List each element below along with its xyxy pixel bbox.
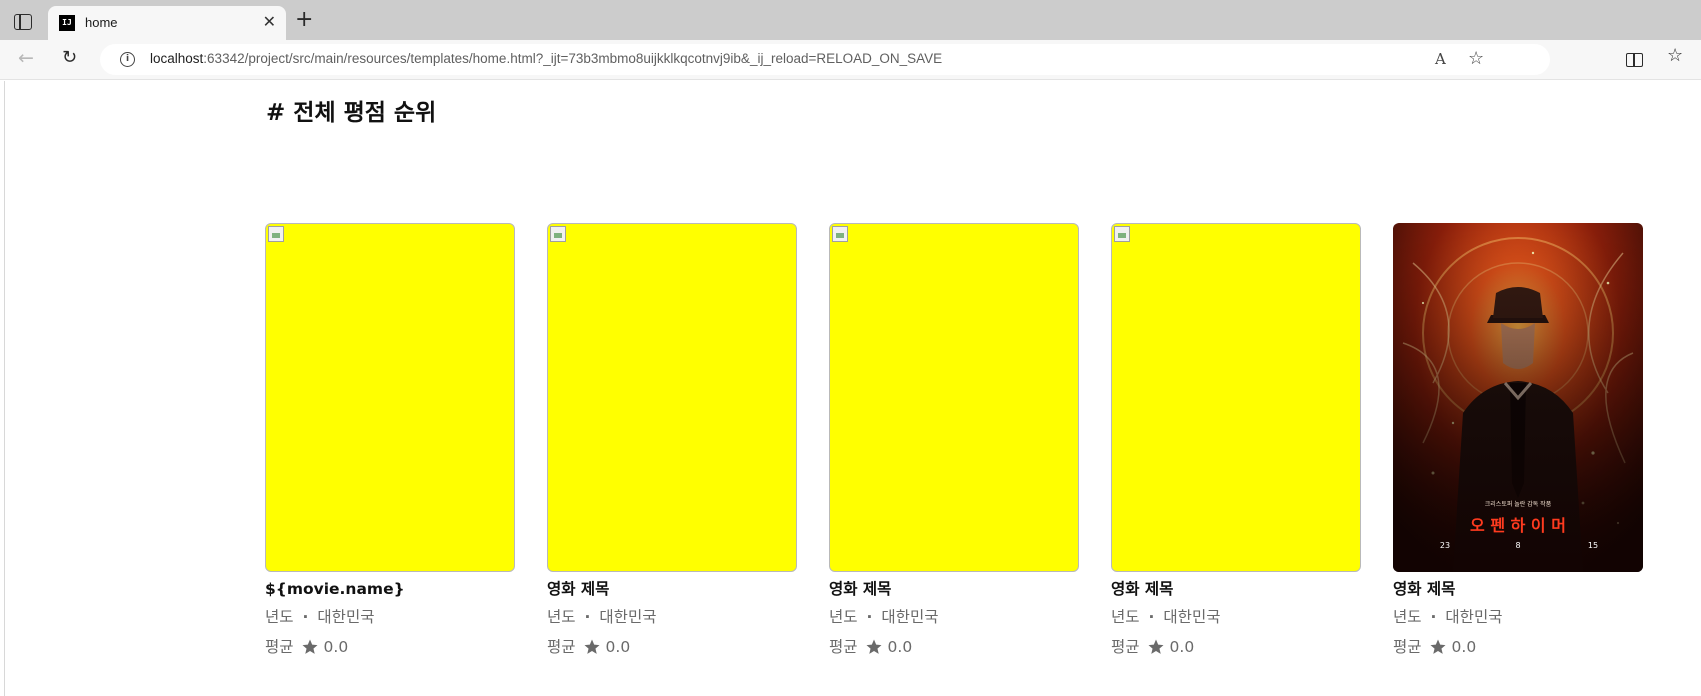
poster-date-year: 23 (1440, 541, 1450, 550)
movie-card[interactable]: 영화 제목 년도 · 대한민국 평균 0.0 (1111, 223, 1361, 657)
movie-rating: 평균 0.0 (829, 637, 1079, 657)
section-title: # 전체 평점 순위 (266, 100, 437, 126)
new-tab-icon[interactable]: + (295, 9, 313, 31)
movie-rating: 평균 0.0 (1111, 637, 1361, 657)
year-label: 년도 (1111, 608, 1140, 626)
tab-title: home (85, 15, 118, 30)
broken-image-icon (832, 226, 848, 242)
poster-title: 오 펜 하 이 머 (1470, 516, 1566, 535)
movie-meta: 년도 · 대한민국 (265, 607, 515, 627)
url-path: :63342/project/src/main/resources/templa… (203, 51, 943, 66)
tab-actions-icon[interactable] (14, 14, 32, 30)
star-icon (302, 639, 318, 654)
year-label: 년도 (829, 608, 858, 626)
movie-title[interactable]: ${movie.name} (265, 578, 515, 600)
url-host: localhost (150, 51, 204, 66)
rating-value: 0.0 (1169, 638, 1195, 656)
url-text[interactable]: localhost:63342/project/src/main/resourc… (150, 51, 942, 66)
poster-date-day: 15 (1588, 541, 1598, 550)
avg-label: 평균 (547, 638, 576, 656)
site-info-icon[interactable]: i (120, 52, 135, 67)
movie-card[interactable]: 영화 제목 년도 · 대한민국 평균 0.0 (829, 223, 1079, 657)
year-label: 년도 (1393, 608, 1422, 626)
broken-image-icon (550, 226, 566, 242)
intellij-favicon-icon: IJ (59, 15, 75, 31)
movie-meta: 년도 · 대한민국 (1393, 607, 1643, 627)
country: 대한민국 (317, 608, 375, 626)
avg-label: 평균 (1393, 638, 1422, 656)
read-aloud-icon[interactable]: A (1435, 50, 1446, 68)
broken-image-icon (268, 226, 284, 242)
movie-rating: 평균 0.0 (265, 637, 515, 657)
oppenheimer-poster-art: 크리스토퍼 놀란 감독 작품 오 펜 하 이 머 23 8 15 (1393, 223, 1643, 572)
reload-icon[interactable]: ↻ (62, 47, 77, 68)
avg-label: 평균 (829, 638, 858, 656)
browser-toolbar: ← ↻ i localhost:63342/project/src/main/r… (0, 40, 1701, 80)
separator-dot: · (1148, 608, 1155, 626)
movie-poster[interactable] (1111, 223, 1361, 572)
movie-meta: 년도 · 대한민국 (547, 607, 797, 627)
movie-rating: 평균 0.0 (547, 637, 797, 657)
poster-date-month: 8 (1515, 541, 1520, 550)
movie-title[interactable]: 영화 제목 (547, 578, 797, 600)
tab-strip: IJ home ✕ + (0, 0, 1701, 40)
movie-rating: 평균 0.0 (1393, 637, 1643, 657)
movie-poster-oppenheimer[interactable]: 크리스토퍼 놀란 감독 작품 오 펜 하 이 머 23 8 15 (1393, 223, 1643, 572)
poster-tagline: 크리스토퍼 놀란 감독 작품 (1485, 500, 1552, 508)
avg-label: 평균 (265, 638, 294, 656)
movie-poster[interactable] (547, 223, 797, 572)
rating-value: 0.0 (1451, 638, 1477, 656)
movie-card[interactable]: ${movie.name} 년도 · 대한민국 평균 0.0 (265, 223, 515, 657)
star-icon (1148, 639, 1164, 654)
close-tab-icon[interactable]: ✕ (263, 14, 276, 30)
country: 대한민국 (881, 608, 939, 626)
movie-title[interactable]: 영화 제목 (1393, 578, 1643, 600)
separator-dot: · (302, 608, 309, 626)
avg-label: 평균 (1111, 638, 1140, 656)
movie-title[interactable]: 영화 제목 (829, 578, 1079, 600)
address-bar[interactable]: i localhost:63342/project/src/main/resou… (100, 44, 1550, 75)
year-label: 년도 (265, 608, 294, 626)
movie-card[interactable]: 영화 제목 년도 · 대한민국 평균 0.0 (547, 223, 797, 657)
year-label: 년도 (547, 608, 576, 626)
movie-meta: 년도 · 대한민국 (829, 607, 1079, 627)
favorite-star-icon[interactable]: ☆ (1468, 48, 1484, 69)
back-arrow-icon[interactable]: ← (18, 47, 34, 69)
favorites-list-icon[interactable]: ☆ (1667, 45, 1683, 66)
star-icon (866, 639, 882, 654)
movie-poster[interactable] (265, 223, 515, 572)
separator-dot: · (1430, 608, 1437, 626)
star-icon (1430, 639, 1446, 654)
separator-dot: · (584, 608, 591, 626)
rating-value: 0.0 (605, 638, 631, 656)
rating-value: 0.0 (323, 638, 349, 656)
country: 대한민국 (1445, 608, 1503, 626)
movie-meta: 년도 · 대한민국 (1111, 607, 1361, 627)
separator-dot: · (866, 608, 873, 626)
tab-home[interactable]: IJ home ✕ (48, 6, 286, 40)
movie-title[interactable]: 영화 제목 (1111, 578, 1361, 600)
country: 대한민국 (1163, 608, 1221, 626)
split-screen-icon[interactable] (1626, 53, 1643, 67)
rating-value: 0.0 (887, 638, 913, 656)
broken-image-icon (1114, 226, 1130, 242)
country: 대한민국 (599, 608, 657, 626)
movie-card[interactable]: 크리스토퍼 놀란 감독 작품 오 펜 하 이 머 23 8 15 영화 제목 년… (1393, 223, 1643, 657)
movie-poster[interactable] (829, 223, 1079, 572)
star-icon (584, 639, 600, 654)
